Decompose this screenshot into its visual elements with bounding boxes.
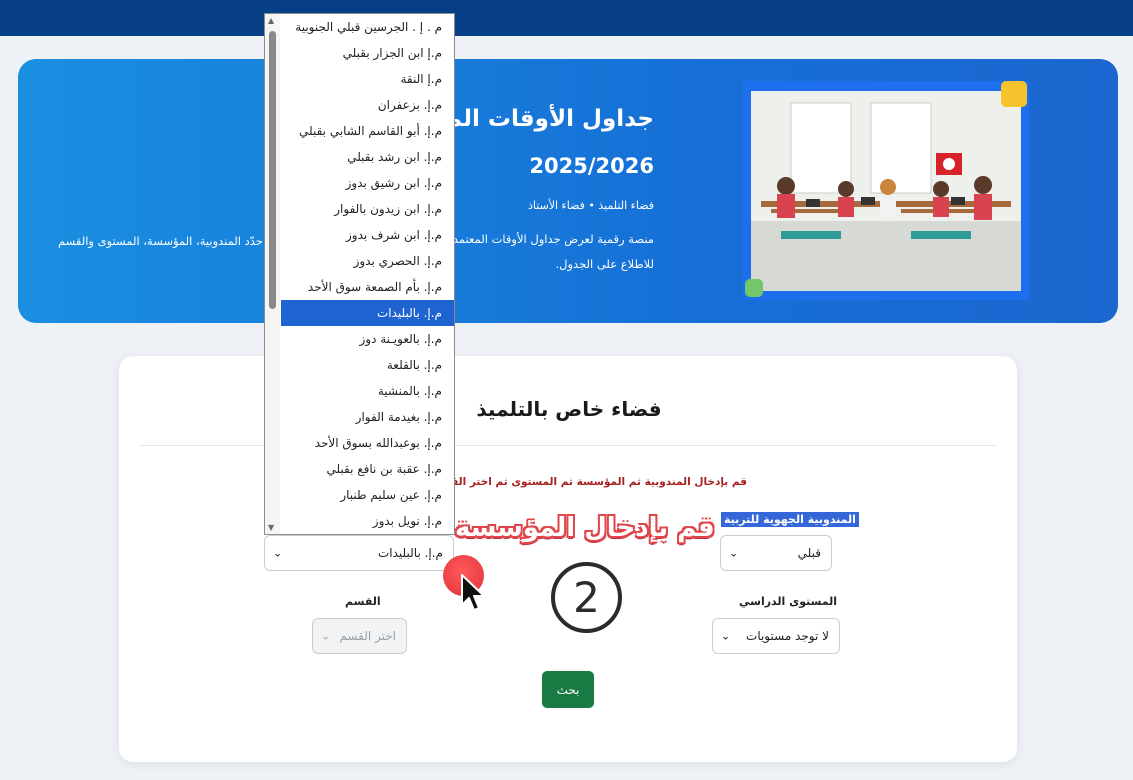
dropdown-option[interactable]: م.إ ابن الجزار بقبلي xyxy=(281,40,454,66)
dropdown-option[interactable]: م.إ. ابن رشيق بدوز xyxy=(281,170,454,196)
school-select[interactable]: م.إ. بالبليدات ⌄ xyxy=(264,535,454,571)
dropdown-option[interactable]: م.إ. بزعفران xyxy=(281,92,454,118)
decor-dot xyxy=(1001,81,1027,107)
class-placeholder: اختر القسم xyxy=(339,629,396,643)
class-label: القسم xyxy=(345,595,381,608)
classroom-illustration xyxy=(743,81,1029,300)
hero-description-line2: للاطلاع على الجدول. xyxy=(555,257,654,271)
level-select[interactable]: لا توجد مستويات ⌄ xyxy=(712,618,840,654)
top-navbar xyxy=(0,0,1133,36)
annotation-callout: قم بإدخال المؤسسة xyxy=(455,513,715,543)
hero-subtitle: فضاء التلميذ • فضاء الأستاذ xyxy=(527,199,654,212)
dropdown-option[interactable]: م.إ. نويل بدوز xyxy=(281,508,454,534)
chevron-down-icon: ⌄ xyxy=(729,546,739,560)
chevron-down-icon: ⌄ xyxy=(721,629,731,643)
dropdown-option[interactable]: م.إ. ابن شرف بدوز xyxy=(281,222,454,248)
scroll-down-icon[interactable]: ▼ xyxy=(268,523,274,532)
dropdown-scrollbar[interactable]: ▲ ▼ xyxy=(265,14,280,534)
dropdown-option[interactable]: م.إ. بالبليدات xyxy=(281,300,454,326)
dropdown-option[interactable]: م.إ. أبو القاسم الشابي بقبلي xyxy=(281,118,454,144)
dropdown-option[interactable]: م.إ. بغيدمة الفوار xyxy=(281,404,454,430)
school-dropdown-list[interactable]: ▲ ▼ م . إ . الجرسين قبلي الجنوبية م.إ ابن… xyxy=(264,13,455,535)
class-select[interactable]: اختر القسم ⌄ xyxy=(312,618,407,654)
region-label: المندوبية الجهوية للتربية xyxy=(721,512,859,527)
classroom-image xyxy=(751,91,1021,291)
dropdown-option[interactable]: م.إ. الحصري بدوز xyxy=(281,248,454,274)
step-number-badge: 2 xyxy=(551,562,622,633)
dropdown-option[interactable]: م . إ . الجرسين قبلي الجنوبية xyxy=(281,14,454,40)
mouse-pointer-icon xyxy=(461,574,485,611)
hero-description-tail: حدّد المندوبية، المؤسسة، المستوى والقسم xyxy=(58,234,263,248)
chevron-down-icon: ⌄ xyxy=(321,629,331,643)
chevron-down-icon: ⌄ xyxy=(273,546,283,560)
hero-year: 2025/2026 xyxy=(529,154,654,178)
dropdown-option[interactable]: م.إ. عقبة بن نافع بقبلي xyxy=(281,456,454,482)
hero-description: منصة رقمية لعرض جداول الأوقات المعتمدة xyxy=(446,232,654,246)
region-value: قبلي xyxy=(797,546,821,560)
scroll-up-icon[interactable]: ▲ xyxy=(268,16,274,25)
level-label: المستوى الدراسي xyxy=(739,595,838,608)
school-value: م.إ. بالبليدات xyxy=(377,546,443,560)
dropdown-option[interactable]: م.إ. بأم الصمعة سوق الأحد xyxy=(281,274,454,300)
decor-dot xyxy=(745,279,763,297)
search-button[interactable]: بحث xyxy=(542,671,594,708)
dropdown-option[interactable]: م.إ. بالقلعة xyxy=(281,352,454,378)
scrollbar-thumb[interactable] xyxy=(269,31,276,309)
card-title: فضاء خاص بالتلميذ xyxy=(476,397,662,421)
dropdown-option[interactable]: م.إ. ابن رشد بقبلي xyxy=(281,144,454,170)
dropdown-option[interactable]: م.إ النقة xyxy=(281,66,454,92)
hero-banner: جداول الأوقات المدرسية 2025/2026 فضاء ال… xyxy=(18,59,1118,323)
dropdown-option[interactable]: م.إ. بالمنشية xyxy=(281,378,454,404)
dropdown-option[interactable]: م.إ. عين سليم طنبار xyxy=(281,482,454,508)
dropdown-option[interactable]: م.إ. ابن زيدون بالفوار xyxy=(281,196,454,222)
level-value: لا توجد مستويات xyxy=(746,629,829,643)
dropdown-options: م . إ . الجرسين قبلي الجنوبية م.إ ابن الج… xyxy=(281,14,454,534)
student-form-card: فضاء خاص بالتلميذ قم بإدخال المندوبية ثم… xyxy=(119,356,1017,762)
dropdown-option[interactable]: م.إ. بوعبدالله بسوق الأحد xyxy=(281,430,454,456)
dropdown-option[interactable]: م.إ. بالعويـنة دوز xyxy=(281,326,454,352)
region-select[interactable]: قبلي ⌄ xyxy=(720,535,832,571)
